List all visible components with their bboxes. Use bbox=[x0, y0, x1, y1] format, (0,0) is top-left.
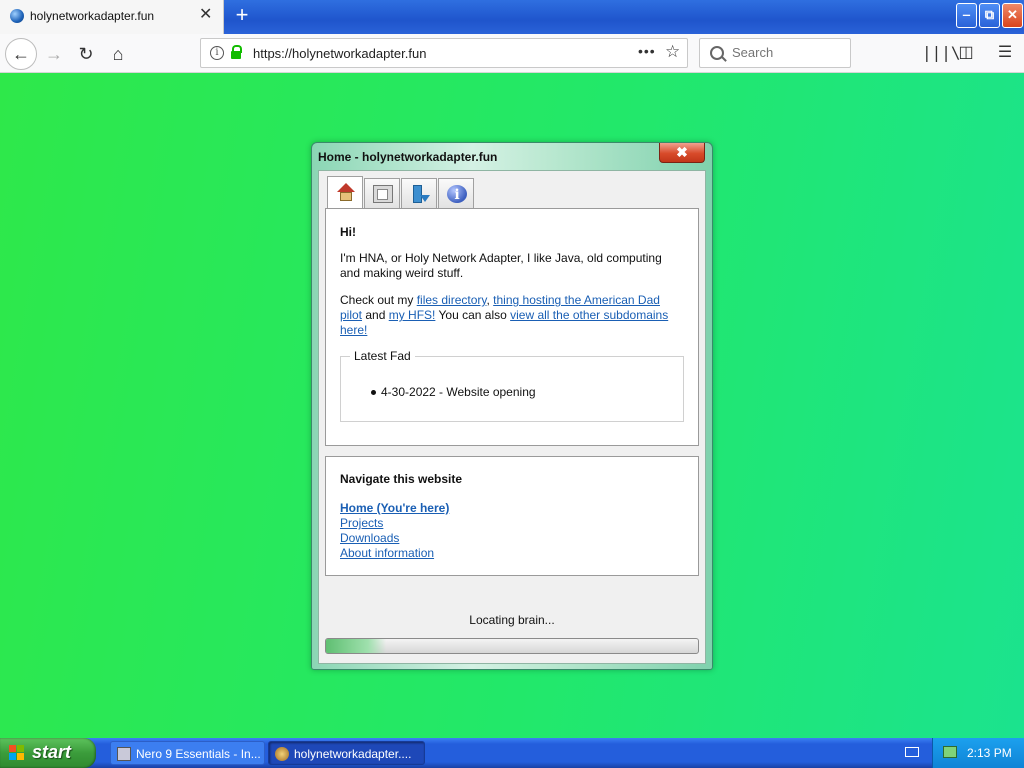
start-label: start bbox=[32, 742, 72, 762]
tab-projects[interactable] bbox=[364, 178, 400, 208]
globe-icon bbox=[10, 9, 24, 23]
latest-fad-group: Latest Fad 4-30-2022 - Website opening bbox=[340, 349, 684, 422]
links-paragraph: Check out my files directory, thing host… bbox=[340, 293, 680, 338]
windows-logo-icon bbox=[9, 745, 25, 761]
firefox-app-icon bbox=[275, 747, 289, 761]
window-icon bbox=[373, 185, 393, 203]
system-tray: 2:13 PM bbox=[932, 738, 1024, 768]
navigation-links: Home (You're here) Projects Downloads Ab… bbox=[340, 501, 449, 561]
house-icon bbox=[336, 183, 356, 201]
address-url[interactable]: https://holynetworkadapter.fun bbox=[253, 46, 426, 61]
greeting-heading: Hi! bbox=[340, 225, 356, 239]
taskbar: start Nero 9 Essentials - In... holynetw… bbox=[0, 738, 1024, 768]
nero-app-icon bbox=[117, 747, 131, 761]
site-info-icon[interactable]: i bbox=[210, 46, 224, 60]
latest-fad-legend: Latest Fad bbox=[350, 349, 415, 363]
taskbar-item-browser[interactable]: holynetworkadapter.... bbox=[268, 741, 425, 765]
browser-tab-strip: holynetworkadapter.fun ✕ + ‒ ⧉ ✕ bbox=[0, 0, 1024, 34]
dialog-close-button[interactable]: ✖ bbox=[659, 143, 705, 163]
navigation-heading: Navigate this website bbox=[340, 472, 463, 486]
nav-link-downloads[interactable]: Downloads bbox=[340, 531, 449, 546]
tab-title: holynetworkadapter.fun bbox=[30, 9, 155, 23]
library-icon[interactable]: |||\ bbox=[922, 40, 961, 66]
address-bar[interactable]: i https://holynetworkadapter.fun ••• ☆ bbox=[200, 38, 688, 68]
tab-about[interactable]: i bbox=[438, 178, 474, 208]
info-icon: i bbox=[447, 185, 467, 203]
dialog-body: i Hi! I'm HNA, or Holy Network Adapter, … bbox=[318, 170, 706, 664]
intro-text: I'm HNA, or Holy Network Adapter, I like… bbox=[340, 251, 662, 280]
browser-toolbar: ← → ↻ ⌂ i https://holynetworkadapter.fun… bbox=[0, 34, 1024, 73]
bookmark-star-icon[interactable]: ☆ bbox=[665, 42, 680, 62]
tab-home[interactable] bbox=[327, 176, 363, 209]
back-button[interactable]: ← bbox=[5, 38, 37, 70]
taskbar-item-nero[interactable]: Nero 9 Essentials - In... bbox=[110, 741, 265, 765]
forward-button[interactable]: → bbox=[40, 40, 68, 68]
reload-button[interactable]: ↻ bbox=[72, 40, 100, 68]
links-text: Check out my bbox=[340, 293, 417, 307]
navigation-panel: Navigate this website Home (You're here)… bbox=[325, 456, 699, 576]
nav-link-projects[interactable]: Projects bbox=[340, 516, 449, 531]
window-close-button[interactable]: ✕ bbox=[1002, 3, 1023, 28]
hamburger-menu-icon[interactable]: ☰ bbox=[992, 40, 1018, 66]
search-icon bbox=[710, 46, 724, 60]
status-text: Locating brain... bbox=[469, 613, 555, 627]
home-panel: Hi! I'm HNA, or Holy Network Adapter, I … bbox=[325, 208, 699, 446]
page-viewport: Home - holynetworkadapter.fun ✖ i Hi! I'… bbox=[0, 73, 1024, 738]
nav-link-home[interactable]: Home (You're here) bbox=[340, 501, 449, 516]
latest-fad-item: 4-30-2022 - Website opening bbox=[371, 385, 536, 399]
sidebar-icon[interactable]: ◫ bbox=[953, 40, 979, 66]
files-directory-link[interactable]: files directory bbox=[417, 293, 487, 307]
clock: 2:13 PM bbox=[967, 746, 1012, 760]
taskbar-item-label: holynetworkadapter.... bbox=[294, 747, 412, 761]
links-text: You can also bbox=[435, 308, 511, 322]
lock-icon[interactable] bbox=[231, 45, 242, 59]
page-actions-icon[interactable]: ••• bbox=[638, 43, 656, 59]
dialog-title: Home - holynetworkadapter.fun bbox=[318, 150, 498, 164]
search-box[interactable] bbox=[699, 38, 851, 68]
download-icon bbox=[410, 185, 430, 203]
nav-link-about[interactable]: About information bbox=[340, 546, 449, 561]
tab-downloads[interactable] bbox=[401, 178, 437, 208]
new-tab-button[interactable]: + bbox=[230, 4, 254, 28]
search-input[interactable] bbox=[730, 44, 849, 61]
browser-tab[interactable]: holynetworkadapter.fun ✕ bbox=[0, 0, 224, 34]
tab-close-icon[interactable]: ✕ bbox=[199, 7, 212, 23]
home-dialog-window: Home - holynetworkadapter.fun ✖ i Hi! I'… bbox=[311, 142, 713, 670]
progress-fill bbox=[326, 639, 386, 653]
progress-bar bbox=[325, 638, 699, 654]
start-button[interactable]: start bbox=[0, 738, 96, 768]
taskbar-item-label: Nero 9 Essentials - In... bbox=[136, 747, 261, 761]
home-button[interactable]: ⌂ bbox=[104, 40, 132, 68]
links-text: and bbox=[362, 308, 389, 322]
maximize-button[interactable]: ⧉ bbox=[979, 3, 1000, 28]
hfs-link[interactable]: my HFS! bbox=[389, 308, 436, 322]
keyboard-icon[interactable] bbox=[905, 747, 919, 757]
minimize-button[interactable]: ‒ bbox=[956, 3, 977, 28]
network-icon[interactable] bbox=[943, 746, 957, 758]
